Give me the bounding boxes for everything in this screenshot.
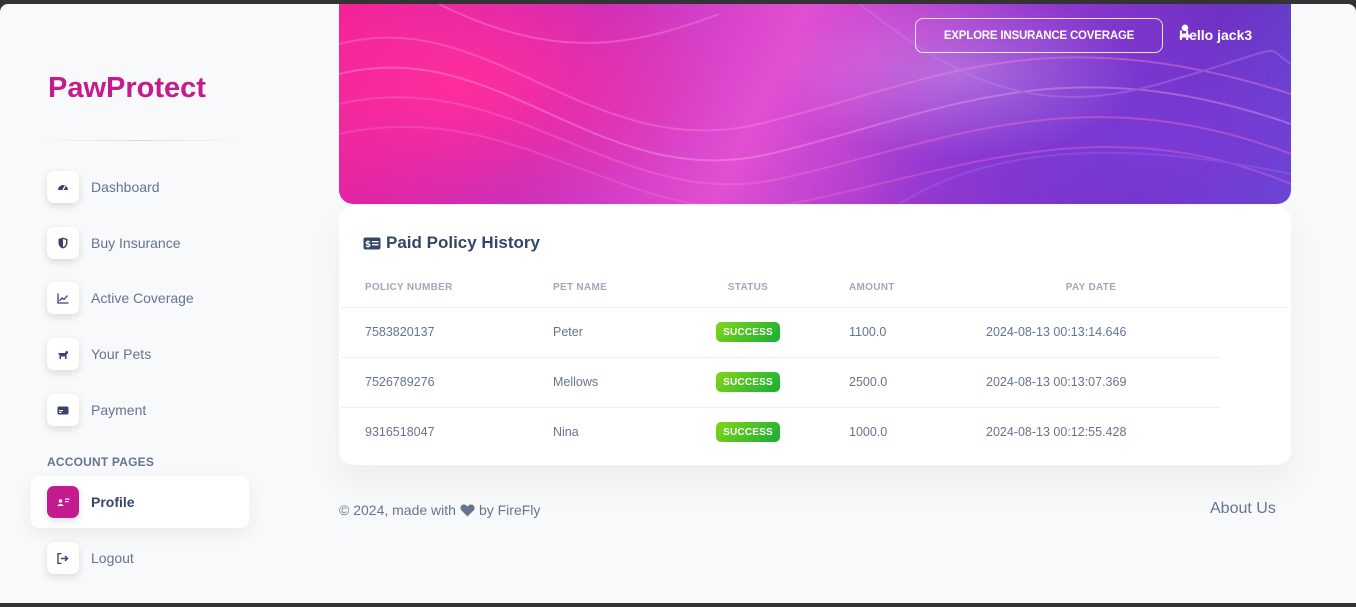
sidebar-item-buy-insurance[interactable]: Buy Insurance	[31, 217, 249, 269]
sidebar-item-active-coverage[interactable]: Active Coverage	[31, 272, 249, 324]
column-header-pet-name: PET NAME	[529, 268, 669, 308]
column-header-policy-number: POLICY NUMBER	[341, 268, 529, 308]
table-row: 7526789276 Mellows SUCCESS 2500.0 2024-0…	[341, 357, 1290, 408]
column-header-amount: AMOUNT	[827, 268, 962, 308]
header-banner: EXPLORE INSURANCE COVERAGE Hello jack3	[339, 4, 1291, 204]
money-bill-icon: $	[363, 237, 381, 250]
sidebar-item-profile[interactable]: Profile	[31, 476, 249, 528]
dashboard-icon	[47, 171, 79, 203]
user-icon	[1179, 24, 1191, 38]
sidebar-item-label: Profile	[91, 494, 135, 510]
sidebar-item-dashboard[interactable]: Dashboard	[31, 161, 249, 213]
sidebar-item-label: Dashboard	[91, 179, 160, 195]
pay-date-cell: 2024-08-13 00:12:55.428	[986, 425, 1127, 440]
amount-cell: 1100.0	[827, 307, 962, 358]
explore-coverage-button[interactable]: EXPLORE INSURANCE COVERAGE	[915, 18, 1163, 53]
status-badge: SUCCESS	[716, 422, 780, 443]
svg-text:$: $	[365, 240, 371, 250]
shield-icon	[47, 227, 79, 259]
card-icon	[47, 394, 79, 426]
policy-number-cell: 7583820137	[341, 307, 529, 358]
pet-name-cell: Nina	[553, 425, 579, 440]
heart-icon	[460, 504, 475, 516]
sidebar-item-label: Logout	[91, 550, 134, 566]
table-header-row: POLICY NUMBER PET NAME STATUS AMOUNT PAY…	[341, 268, 1290, 308]
sidebar-item-label: Active Coverage	[91, 290, 194, 306]
column-header-pay-date: PAY DATE	[962, 268, 1220, 308]
user-greeting-link[interactable]: Hello jack3	[1179, 24, 1252, 46]
logout-icon	[47, 542, 79, 574]
amount-cell: 1000.0	[849, 425, 888, 440]
amount-cell: 2500.0	[827, 357, 962, 408]
policy-number-cell: 7526789276	[341, 357, 529, 408]
status-badge: SUCCESS	[716, 372, 780, 392]
pay-date-cell: 2024-08-13 00:13:14.646	[962, 307, 1220, 358]
card-title: $ Paid Policy History	[363, 233, 540, 253]
sidebar-item-payment[interactable]: Payment	[31, 384, 249, 436]
table-row: 7583820137 Peter SUCCESS 1100.0 2024-08-…	[341, 307, 1290, 358]
sidebar-item-your-pets[interactable]: Your Pets	[31, 328, 249, 380]
column-header-status: STATUS	[669, 268, 827, 308]
policy-history-card: $ Paid Policy History POLICY NUMBER PET …	[339, 206, 1291, 465]
brand-logo[interactable]: PawProtect	[48, 72, 206, 105]
pet-name-cell: Peter	[529, 307, 669, 358]
chart-icon	[47, 282, 79, 314]
about-us-link[interactable]: About Us	[1210, 500, 1276, 518]
sidebar-item-logout[interactable]: Logout	[31, 532, 249, 584]
copyright-prefix: © 2024, made with	[339, 502, 456, 518]
dog-icon	[47, 338, 79, 370]
footer-copyright: © 2024, made with by FireFly	[339, 502, 540, 518]
user-card-icon	[47, 486, 79, 518]
sidebar-item-label: Your Pets	[91, 346, 152, 362]
sidebar-item-label: Payment	[91, 402, 147, 418]
app-frame: PawProtect Dashboard Buy Insurance Activ…	[0, 4, 1356, 603]
card-title-text: Paid Policy History	[386, 233, 540, 252]
account-pages-heading: ACCOUNT PAGES	[47, 455, 155, 469]
policy-number-cell: 9316518047	[365, 425, 435, 440]
status-badge: SUCCESS	[716, 322, 780, 342]
sidebar-divider	[36, 140, 244, 141]
pet-name-cell: Mellows	[529, 357, 669, 408]
policy-table: POLICY NUMBER PET NAME STATUS AMOUNT PAY…	[341, 268, 1290, 457]
copyright-suffix: by FireFly	[478, 502, 541, 518]
sidebar-item-label: Buy Insurance	[91, 235, 181, 251]
table-row: 9316518047 Nina SUCCESS 1000.0 2024-08-1…	[341, 407, 1290, 457]
pay-date-cell: 2024-08-13 00:13:07.369	[962, 357, 1220, 408]
